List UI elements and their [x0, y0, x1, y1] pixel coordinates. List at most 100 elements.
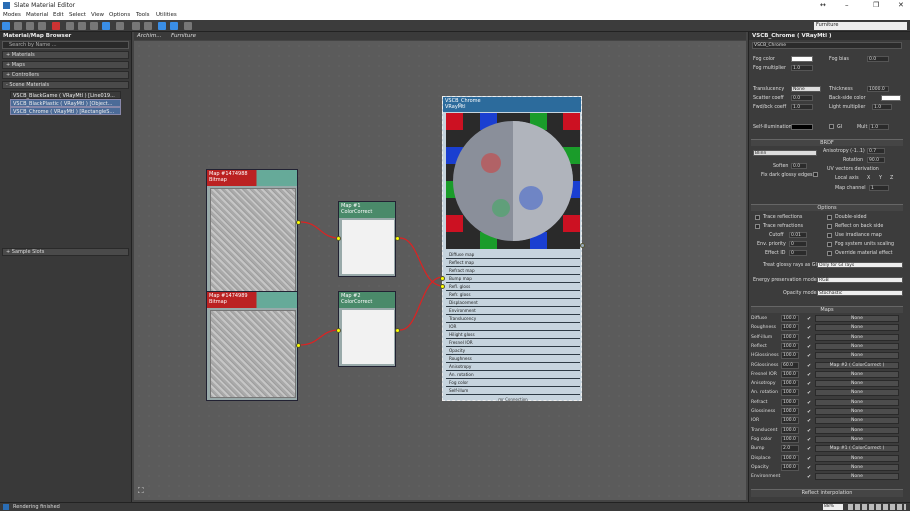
- slot-displacement[interactable]: Displacement: [446, 299, 580, 307]
- env-priority-input[interactable]: 0: [789, 241, 807, 247]
- map-enable-check[interactable]: ✔: [807, 316, 811, 322]
- menu-view[interactable]: View: [91, 12, 104, 18]
- colorcorrect-node-2[interactable]: Map #2 ColorCorrect: [336, 291, 400, 367]
- vraymtl-node[interactable]: VSCB_Chrome VRayMtl Diffuse map Reflect m…: [440, 96, 585, 402]
- map-slot-button[interactable]: Map #1 ( ColorCorrect ): [815, 445, 899, 453]
- double-sided-checkbox[interactable]: [827, 215, 832, 220]
- map-slot-button[interactable]: None: [815, 370, 899, 378]
- pick-material-icon[interactable]: [14, 22, 22, 30]
- output-socket[interactable]: [395, 328, 400, 333]
- menu-options[interactable]: Options: [109, 12, 130, 18]
- map-enable-check[interactable]: ✔: [807, 344, 811, 350]
- menu-modes[interactable]: Modes: [3, 12, 21, 18]
- output-socket[interactable]: [580, 243, 585, 248]
- node-view-canvas[interactable]: Map #1474988 Bitmap Map #1474989 Bitmap Ma…: [134, 41, 746, 500]
- layout-children-icon[interactable]: [132, 22, 140, 30]
- menu-edit[interactable]: Edit: [53, 12, 64, 18]
- map-slot-button[interactable]: None: [815, 473, 899, 481]
- slot-fresnel-ior[interactable]: Fresnel IOR: [446, 339, 580, 347]
- map-amount-input[interactable]: 100.0: [781, 315, 799, 322]
- map-amount-input[interactable]: 100.0: [781, 454, 799, 462]
- select-tool-icon[interactable]: [2, 22, 10, 30]
- delete-icon[interactable]: [52, 22, 60, 30]
- energy-dropdown[interactable]: RGB: [817, 277, 903, 283]
- translucency-dropdown[interactable]: None: [791, 86, 821, 92]
- map-channel-input[interactable]: 1: [869, 185, 889, 191]
- search-icon[interactable]: [184, 22, 192, 30]
- material-parameters-icon[interactable]: [144, 22, 152, 30]
- browser-search-input[interactable]: Search by Name ...: [2, 41, 129, 49]
- slot-roughness[interactable]: Roughness: [446, 355, 580, 363]
- map-slot-button[interactable]: None: [815, 426, 899, 434]
- map-slot-button[interactable]: None: [815, 380, 899, 388]
- axis-z-label[interactable]: Z: [890, 176, 893, 181]
- slot-environment[interactable]: Environment: [446, 307, 580, 315]
- scene-material-item[interactable]: VSCB_BlackGame ( VRayMtl ) [Line019...: [10, 91, 121, 99]
- map-enable-check[interactable]: ✔: [807, 400, 811, 406]
- map-enable-check[interactable]: ✔: [807, 353, 811, 359]
- slot-translucency[interactable]: Translucency: [446, 315, 580, 323]
- opacity-mode-dropdown[interactable]: Stochastic: [817, 290, 903, 296]
- reflect-back-checkbox[interactable]: [827, 224, 832, 229]
- input-socket[interactable]: [336, 328, 341, 333]
- bitmap-node-2[interactable]: Map #1474989 Bitmap: [206, 291, 301, 401]
- maximize-button[interactable]: ❐: [873, 1, 879, 9]
- slot-bump[interactable]: Bump map: [446, 275, 580, 283]
- move-children-icon[interactable]: [66, 22, 74, 30]
- map-amount-input[interactable]: 100.0: [781, 435, 799, 443]
- bump-input-socket[interactable]: [440, 284, 445, 289]
- output-socket[interactable]: [296, 343, 301, 348]
- map-slot-button[interactable]: None: [815, 417, 899, 425]
- map-enable-check[interactable]: ✔: [807, 474, 811, 480]
- input-socket[interactable]: [336, 236, 341, 241]
- fog-color-swatch[interactable]: [791, 56, 813, 62]
- axis-x-label[interactable]: X: [867, 176, 870, 181]
- slot-refract[interactable]: Refract map: [446, 267, 580, 275]
- map-enable-check[interactable]: ✔: [807, 372, 811, 378]
- map-amount-input[interactable]: 100.0: [781, 333, 799, 341]
- map-amount-input[interactable]: 100.0: [781, 370, 799, 378]
- minimize-button[interactable]: –: [845, 1, 849, 9]
- map-amount-input[interactable]: 100.0: [781, 324, 799, 332]
- zoom-level[interactable]: 88%: [823, 504, 843, 510]
- map-enable-check[interactable]: ✔: [807, 465, 811, 471]
- rotation-input[interactable]: 90.0: [867, 157, 885, 163]
- brdf-type-dropdown[interactable]: Blinn: [753, 150, 817, 156]
- mult-input[interactable]: 1.0: [869, 124, 889, 130]
- view-dropdown[interactable]: Furniture: [814, 22, 907, 30]
- scatter-coeff-input[interactable]: 0.0: [791, 95, 813, 101]
- map-slot-button[interactable]: None: [815, 435, 899, 443]
- map-enable-check[interactable]: ✔: [807, 363, 811, 369]
- map-amount-input[interactable]: 100.0: [781, 342, 799, 350]
- map-enable-check[interactable]: ✔: [807, 437, 811, 443]
- map-amount-input[interactable]: 100.0: [781, 408, 799, 415]
- slot-diffuse[interactable]: Diffuse map: [446, 251, 580, 259]
- background-icon[interactable]: [102, 22, 110, 30]
- put-to-scene-icon[interactable]: [26, 22, 34, 30]
- rollout-materials[interactable]: + Materials: [2, 51, 129, 59]
- map-amount-input[interactable]: 100.0: [781, 380, 799, 388]
- map-amount-input[interactable]: 100.0: [781, 417, 799, 425]
- slot-self-illum[interactable]: Self-illum: [446, 387, 580, 395]
- fog-bias-input[interactable]: 0.0: [867, 56, 889, 62]
- thickness-input[interactable]: 1000.0: [867, 86, 889, 92]
- scene-material-item[interactable]: VSCB_Chrome ( VRayMtl ) [RectangleS...: [10, 107, 121, 115]
- backside-color-swatch[interactable]: [881, 95, 901, 101]
- options-rollout[interactable]: Options: [751, 204, 903, 211]
- map-amount-input[interactable]: 100.0: [781, 389, 799, 397]
- map-slot-button[interactable]: None: [815, 389, 899, 397]
- rollout-controllers[interactable]: + Controllers: [2, 71, 129, 79]
- hide-unused-icon[interactable]: [78, 22, 86, 30]
- output-socket[interactable]: [296, 220, 301, 225]
- map-enable-check[interactable]: ✔: [807, 325, 811, 331]
- map-amount-input[interactable]: 2.0: [781, 445, 799, 453]
- map-slot-button[interactable]: None: [815, 333, 899, 341]
- map-slot-button[interactable]: Map #2 ( ColorCorrect ): [815, 361, 899, 369]
- map-slot-button[interactable]: None: [815, 324, 899, 332]
- rollout-scene-materials[interactable]: - Scene Materials: [2, 81, 129, 89]
- map-slot-button[interactable]: None: [815, 463, 899, 471]
- colorcorrect-node-1[interactable]: Map #1 ColorCorrect: [336, 201, 400, 277]
- menu-tools[interactable]: Tools: [136, 12, 150, 18]
- anisotropy-input[interactable]: 0.7: [867, 148, 885, 154]
- map-enable-check[interactable]: ✔: [807, 456, 811, 462]
